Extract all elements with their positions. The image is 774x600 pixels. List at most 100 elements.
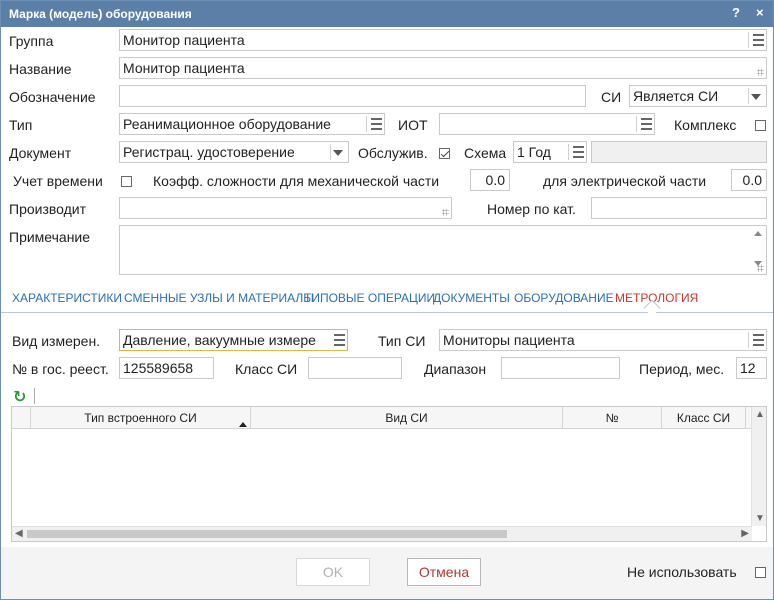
scroll-down-icon[interactable]: ▼ — [755, 513, 765, 524]
field-separator — [366, 116, 367, 132]
horizontal-scroll-thumb[interactable] — [27, 530, 507, 538]
document-label: Документ — [9, 145, 72, 161]
group-label: Группа — [9, 33, 54, 49]
close-button[interactable]: × — [756, 5, 764, 20]
refresh-icon[interactable]: ↻ — [13, 387, 26, 407]
note-textarea[interactable] — [119, 225, 767, 275]
si-type-label: Тип СИ — [378, 333, 426, 349]
group-value: Монитор пациента — [123, 32, 245, 48]
scheme-label: Схема — [464, 145, 507, 161]
registry-no-field[interactable]: 125589658 — [119, 357, 214, 379]
group-field[interactable]: Монитор пациента — [119, 29, 767, 51]
scheme-extra-field — [591, 141, 767, 163]
si-select[interactable]: Является СИ — [629, 85, 767, 107]
tab-equipment[interactable]: ОБОРУДОВАНИЕ — [514, 291, 614, 305]
field-separator — [748, 32, 749, 48]
complex-checkbox[interactable] — [755, 120, 766, 131]
ok-button[interactable]: OK — [296, 558, 370, 586]
field-separator — [330, 144, 331, 160]
measure-kind-field[interactable]: Давление, вакуумные измере — [119, 329, 348, 351]
column-header-embedded-si-type[interactable]: Тип встроенного СИ — [31, 407, 251, 429]
column-header-label: № — [605, 411, 619, 425]
registry-no-value: 125589658 — [123, 360, 194, 376]
column-header-si-kind[interactable]: Вид СИ — [251, 407, 563, 429]
period-label: Период, мес. — [639, 361, 725, 377]
resize-grip-icon[interactable] — [757, 265, 764, 272]
time-account-checkbox[interactable] — [121, 176, 132, 187]
cancel-button[interactable]: Отмена — [407, 558, 481, 586]
note-label: Примечание — [9, 229, 91, 245]
toolbar-separator — [34, 388, 35, 404]
field-separator — [568, 144, 569, 160]
field-separator — [748, 332, 749, 348]
service-label: Обслужив. — [358, 145, 428, 161]
column-header-number[interactable]: № — [563, 407, 662, 429]
measure-kind-label: Вид измерен. — [12, 333, 101, 349]
registry-no-label: № в гос. реест. — [12, 361, 109, 377]
column-header-si-class[interactable]: Класс СИ — [662, 407, 746, 429]
list-icon[interactable] — [641, 118, 652, 130]
list-icon[interactable] — [753, 34, 764, 46]
mech-coef-label: Коэфф. сложности для механической части — [153, 173, 440, 189]
type-field[interactable]: Реанимационное оборудование — [119, 113, 385, 135]
list-icon[interactable] — [573, 146, 584, 158]
scheme-field[interactable]: 1 Год — [513, 141, 587, 163]
title-bar: Марка (модель) оборудования ? × — [1, 1, 773, 27]
list-icon[interactable] — [753, 334, 764, 346]
tab-metrology[interactable]: МЕТРОЛОГИЯ — [615, 291, 698, 305]
si-type-field[interactable]: Мониторы пациента — [439, 329, 767, 351]
sort-ascending-icon — [239, 422, 247, 427]
service-checkbox[interactable] — [439, 148, 450, 159]
type-label: Тип — [9, 117, 33, 133]
document-select[interactable]: Регистрац. удостоверение — [119, 141, 349, 163]
resize-grip-icon[interactable] — [757, 69, 764, 76]
column-header-label: Вид СИ — [385, 411, 428, 425]
tab-replaceable-parts[interactable]: СМЕННЫЕ УЗЛЫ И МАТЕРИАЛЫ — [124, 291, 314, 305]
scroll-left-icon[interactable]: ◀ — [15, 528, 23, 539]
designation-label: Обозначение — [9, 89, 96, 105]
scroll-up-icon[interactable]: ▲ — [755, 409, 765, 420]
scheme-value: 1 Год — [517, 144, 551, 160]
not-use-label: Не использовать — [627, 564, 737, 580]
producer-label: Производит — [9, 201, 87, 217]
period-value: 12 — [740, 360, 756, 376]
tab-characteristics[interactable]: ХАРАКТЕРИСТИКИ — [12, 291, 122, 305]
complex-label: Комплекс — [674, 117, 737, 133]
list-icon[interactable] — [334, 334, 345, 346]
si-value: Является СИ — [633, 88, 719, 104]
iot-field[interactable] — [439, 113, 655, 135]
form-body: Группа Монитор пациента Название Монитор… — [1, 27, 773, 573]
range-field[interactable] — [501, 357, 620, 379]
time-account-label: Учет времени — [13, 173, 103, 189]
help-button[interactable]: ? — [732, 5, 740, 20]
embedded-si-table: Тип встроенного СИ Вид СИ № Класс СИ ▲ ▼… — [11, 406, 767, 542]
si-type-value: Мониторы пациента — [443, 332, 575, 348]
resize-grip-icon[interactable] — [442, 209, 449, 216]
elec-coef-field[interactable]: 0.0 — [731, 169, 767, 191]
equipment-model-dialog: Марка (модель) оборудования ? × Группа М… — [0, 0, 774, 600]
producer-field[interactable] — [119, 197, 452, 219]
tab-typical-operations[interactable]: ТИПОВЫЕ ОПЕРАЦИИ — [304, 291, 435, 305]
tab-documents[interactable]: ДОКУМЕНТЫ — [433, 291, 510, 305]
name-value: Монитор пациента — [123, 60, 245, 76]
range-label: Диапазон — [424, 361, 487, 377]
elec-coef-value: 0.0 — [742, 172, 762, 188]
scroll-right-icon[interactable]: ▶ — [741, 528, 749, 539]
list-icon[interactable] — [371, 118, 382, 130]
chevron-down-icon[interactable] — [333, 150, 343, 156]
designation-field[interactable] — [119, 85, 586, 107]
type-value: Реанимационное оборудование — [123, 116, 331, 132]
chevron-down-icon[interactable] — [751, 94, 761, 100]
horizontal-scrollbar[interactable]: ◀ ▶ — [12, 526, 752, 541]
mech-coef-field[interactable]: 0.0 — [470, 169, 510, 191]
column-header-label: Тип встроенного СИ — [84, 411, 197, 425]
vertical-scrollbar[interactable]: ▲ ▼ — [751, 407, 766, 526]
not-use-checkbox[interactable] — [755, 567, 766, 578]
document-value: Регистрац. удостоверение — [123, 144, 295, 160]
field-separator — [748, 88, 749, 104]
name-field[interactable]: Монитор пациента — [119, 57, 767, 79]
si-class-field[interactable] — [308, 357, 402, 379]
scroll-up-icon[interactable] — [754, 231, 762, 236]
period-field[interactable]: 12 — [736, 357, 767, 379]
catalog-no-field[interactable] — [591, 197, 767, 219]
